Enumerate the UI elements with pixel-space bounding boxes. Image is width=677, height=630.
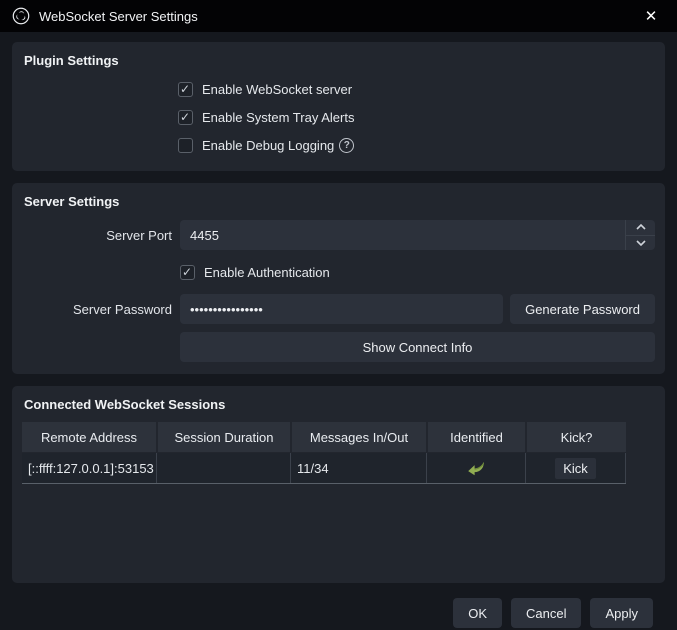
cancel-button[interactable]: Cancel: [511, 598, 582, 628]
ok-button[interactable]: OK: [453, 598, 502, 628]
enable-auth-label: Enable Authentication: [204, 264, 330, 280]
session-row: [::ffff:127.0.0.1]:53153 11/34 Kick: [22, 453, 626, 484]
checkbox-icon[interactable]: [178, 137, 193, 153]
close-icon[interactable]: ✕: [637, 2, 665, 30]
spin-down-icon[interactable]: [626, 236, 655, 251]
plugin-settings-title: Plugin Settings: [24, 53, 119, 68]
checkbox-icon[interactable]: [178, 81, 193, 97]
enable-debug-logging-label: Enable Debug Logging: [202, 137, 335, 153]
sessions-table: Remote Address Session Duration Messages…: [22, 422, 626, 484]
server-settings-title: Server Settings: [24, 194, 120, 209]
col-messages[interactable]: Messages In/Out: [292, 422, 426, 452]
server-settings-group: Server Settings Server Port 4455 ✓ Enabl…: [12, 183, 665, 374]
server-port-spinbox: [180, 220, 655, 250]
sessions-table-header: Remote Address Session Duration Messages…: [22, 422, 626, 452]
col-identified[interactable]: Identified: [428, 422, 525, 452]
server-password-label: Server Password: [73, 301, 172, 317]
enable-tray-alerts-label: Enable System Tray Alerts: [202, 109, 355, 125]
server-password-input[interactable]: [180, 294, 504, 324]
generate-password-button[interactable]: Generate Password: [510, 294, 655, 324]
dialog-footer: OK Cancel Apply: [12, 595, 665, 628]
obs-logo-icon: [12, 7, 30, 25]
server-port-label: Server Port: [106, 227, 172, 243]
sessions-group: Connected WebSocket Sessions Remote Addr…: [12, 386, 665, 583]
col-session-duration[interactable]: Session Duration: [158, 422, 290, 452]
spin-up-icon[interactable]: [626, 220, 655, 236]
title-bar: WebSocket Server Settings ✕: [0, 0, 677, 32]
kick-button[interactable]: Kick: [555, 457, 596, 479]
spinner-buttons: [625, 220, 655, 250]
session-duration-cell: [157, 453, 291, 483]
kick-cell: Kick: [526, 453, 626, 483]
show-connect-info-button[interactable]: Show Connect Info: [180, 332, 655, 362]
identified-cell: [427, 453, 526, 483]
col-kick[interactable]: Kick?: [527, 422, 626, 452]
col-remote-address[interactable]: Remote Address: [22, 422, 156, 452]
plugin-settings-group: Plugin Settings Enable WebSocket server …: [12, 42, 665, 171]
dialog-content: Plugin Settings Enable WebSocket server …: [0, 32, 677, 628]
enable-auth-checkbox-row[interactable]: Enable Authentication: [180, 258, 330, 286]
enable-websocket-label: Enable WebSocket server: [202, 81, 353, 97]
server-port-input[interactable]: [180, 220, 655, 250]
sessions-title: Connected WebSocket Sessions: [24, 397, 226, 412]
messages-cell: 11/34: [291, 453, 427, 483]
enable-websocket-checkbox-row[interactable]: Enable WebSocket server: [178, 75, 655, 103]
enable-tray-alerts-checkbox-row[interactable]: Enable System Tray Alerts: [178, 103, 655, 131]
checkbox-icon[interactable]: [180, 264, 195, 280]
remote-address-cell: [::ffff:127.0.0.1]:53153: [22, 453, 157, 483]
enable-debug-logging-checkbox-row[interactable]: Enable Debug Logging ?: [178, 131, 655, 159]
window-title: WebSocket Server Settings: [39, 8, 198, 24]
apply-button[interactable]: Apply: [590, 598, 653, 628]
help-icon[interactable]: ?: [339, 137, 355, 153]
checkbox-icon[interactable]: [178, 109, 193, 125]
identified-check-arrow-icon: [465, 456, 487, 481]
